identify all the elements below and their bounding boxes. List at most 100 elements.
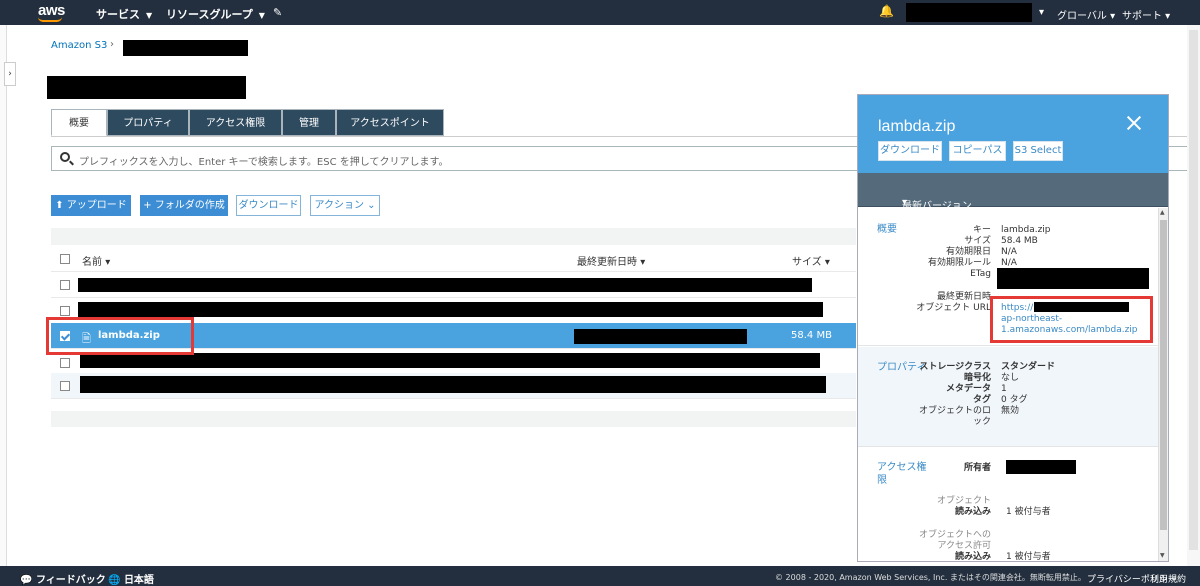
pin-icon[interactable]: ✎ [273,6,282,19]
create-folder-label: フォルダの作成 [154,200,225,211]
footer: 💬 フィードバック 🌐 日本語 © 2008 - 2020, Amazon We… [0,566,1200,586]
perm-read-label: 読み込み [954,552,991,561]
download-label: ダウンロード [238,200,299,211]
redacted-bucket-name[interactable] [123,40,248,56]
chevron-down-icon: ▼ [258,11,265,20]
support-menu[interactable]: サポート ▾ [1122,7,1170,22]
bell-icon[interactable]: 🔔 [879,4,894,18]
redacted-row-content [78,278,812,292]
column-size-label: サイズ [792,257,822,268]
row-checkbox[interactable] [60,306,70,316]
redacted-row-content [78,302,823,317]
access-section: アクセス権限 所有者 オブジェクト 読み込み 1 被付与者 オブジェクトへの ア… [858,448,1159,561]
page-scrollbar[interactable] [1187,25,1200,566]
close-icon[interactable] [1126,115,1142,131]
redacted-last-modified [574,329,747,344]
table-header: 名前 ▾ 最終更新日時 ▾ サイズ ▾ [51,246,856,272]
encryption-value: なし [1001,373,1020,383]
top-navigation: aws サービス ▼ リソースグループ ▼ ✎ 🔔 ▾ グローバル ▾ サポート ▾ [0,0,1200,25]
search-icon [60,152,70,162]
feedback-link[interactable]: 💬 フィードバック [20,571,106,586]
terms-link[interactable]: 利用規約 [1150,572,1186,585]
redacted-row-content [80,376,826,393]
resource-groups-label: リソースグループ [166,8,253,21]
tab-management[interactable]: 管理 [282,109,336,136]
redacted-etag [997,268,1149,289]
highlight-box-selected-file [46,317,194,355]
key-label: キー [972,225,991,235]
tags-value: 0 タグ [1001,395,1028,405]
select-all-checkbox[interactable] [60,254,70,264]
row-checkbox[interactable] [60,280,70,290]
language-selector[interactable]: 🌐 日本語 [108,571,154,586]
redacted-account[interactable] [906,3,1032,22]
expiry-rule-label: 有効期限ルール [927,258,991,268]
services-menu[interactable]: サービス ▼ [96,6,152,22]
copyright: © 2008 - 2020, Amazon Web Services, Inc.… [775,573,1086,582]
overview-heading: 概要 [877,224,897,235]
panel-download-button[interactable]: ダウンロード [878,141,942,161]
last-modified-label: 最終更新日時 [936,292,991,302]
scroll-down-icon[interactable]: ▼ [1160,552,1165,559]
row-checkbox[interactable] [60,358,70,368]
search-placeholder: プレフィックスを入力し、Enter キーで検索します。ESC を押してクリアしま… [79,157,449,168]
tab-access-points[interactable]: アクセスポイント [336,109,444,136]
region-menu[interactable]: グローバル ▾ [1057,7,1115,22]
tab-overview[interactable]: 概要 [51,109,107,136]
left-rail [0,25,7,566]
tab-properties[interactable]: プロパティ [107,109,189,136]
table-row[interactable] [51,373,856,399]
encryption-label: 暗号化 [963,373,991,383]
copy-path-button[interactable]: コピーパス [949,141,1006,161]
upload-icon: ⬆ [55,200,67,211]
page-scrollbar-thumb[interactable] [1189,30,1198,550]
file-size: 58.4 MB [791,330,832,341]
resource-groups-menu[interactable]: リソースグループ ▼ [166,6,265,22]
table-row[interactable] [51,272,856,298]
language-label: 日本語 [123,575,154,586]
panel-title: lambda.zip [878,118,956,135]
column-last-modified[interactable]: 最終更新日時 ▾ [577,253,645,268]
column-size[interactable]: サイズ ▾ [792,253,830,268]
version-selector[interactable]: 最新バージョン ▾ [858,173,1168,212]
redacted-row-content [80,353,820,368]
access-heading: アクセス権限 [877,461,927,487]
panel-scrollbar-thumb[interactable] [1160,220,1167,530]
row-checkbox[interactable] [60,381,70,391]
download-button[interactable]: ダウンロード [236,195,301,216]
panel-scrollbar[interactable]: ▲ ▼ [1158,208,1168,561]
column-name[interactable]: 名前 ▾ [82,253,110,268]
storage-class-label: ストレージクラス [919,362,991,372]
sidebar-toggle-icon[interactable]: › [4,62,16,86]
access-heading-line: アクセス権 [877,462,927,473]
object-url-label: オブジェクト URL [916,303,991,313]
panel-body: 概要 キー lambda.zip サイズ 58.4 MB 有効期限日 N/A 有… [858,209,1159,561]
object-lock-value: 無効 [1001,406,1020,416]
metadata-value: 1 [1001,384,1007,394]
chevron-down-icon[interactable]: ▾ [1039,7,1044,18]
tab-label: アクセス権限 [205,118,266,129]
panel-header: lambda.zip ダウンロード コピーパス S3 Select [858,95,1168,173]
object-group-label: オブジェクト [936,496,991,506]
region-label: グローバル [1057,11,1107,22]
perm-read-value: 1 被付与者 [1006,552,1051,561]
s3-select-button[interactable]: S3 Select [1013,141,1063,161]
table-bottom-bar [51,411,856,427]
redacted-owner [1006,460,1076,474]
size-value: 58.4 MB [1001,236,1038,246]
upload-button[interactable]: ⬆ アップロード [51,195,131,216]
actions-dropdown[interactable]: アクション ⌄ [310,195,380,216]
scroll-up-icon[interactable]: ▲ [1160,209,1165,216]
aws-logo-smile-icon [38,17,62,22]
tab-label: アクセスポイント [350,118,430,129]
table-top-bar [51,228,856,245]
access-heading-line: 限 [877,475,887,486]
object-lock-label: オブジェクトのロ [918,406,991,416]
feedback-label: フィードバック [35,575,106,586]
tab-permissions[interactable]: アクセス権限 [189,109,282,136]
object-read-value: 1 被付与者 [1006,507,1051,517]
key-value: lambda.zip [1001,225,1051,235]
create-folder-button[interactable]: + フォルダの作成 [140,195,228,216]
highlight-box-object-url [990,296,1153,343]
breadcrumb-amazon-s3[interactable]: Amazon S3 [51,40,107,51]
